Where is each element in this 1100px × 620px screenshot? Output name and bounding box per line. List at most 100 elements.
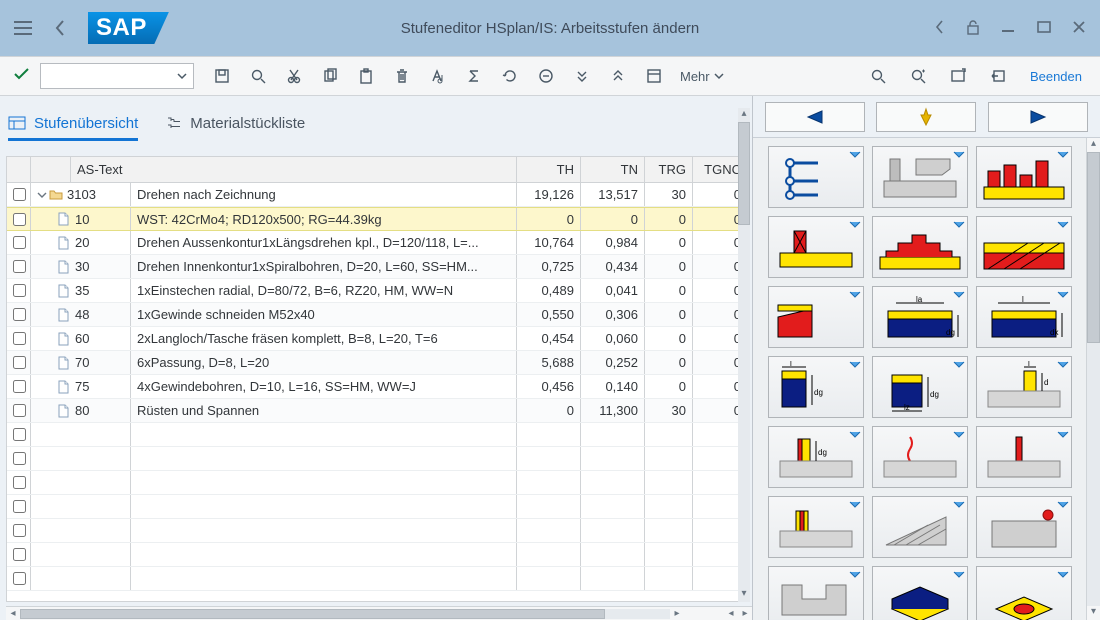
window-minimize-icon[interactable] bbox=[1000, 19, 1016, 38]
menu-icon[interactable] bbox=[14, 21, 32, 35]
table-row[interactable]: 706xPassung, D=8, L=205,6880,25200 bbox=[7, 351, 747, 375]
palette-vscrollbar[interactable]: ▴ ▾ bbox=[1086, 138, 1100, 620]
tile-menu-icon[interactable] bbox=[953, 289, 965, 301]
tile-menu-icon[interactable] bbox=[849, 289, 861, 301]
copy-icon[interactable] bbox=[312, 61, 348, 91]
tile-la-blue[interactable]: ladg bbox=[872, 286, 968, 348]
tile-hatch-red[interactable] bbox=[976, 216, 1072, 278]
tile-iso-yellow[interactable] bbox=[872, 566, 968, 620]
arrow-left-icon[interactable] bbox=[934, 19, 946, 38]
tile-step-red[interactable] bbox=[872, 216, 968, 278]
tile-drill-front[interactable] bbox=[768, 216, 864, 278]
scroll-track[interactable] bbox=[738, 122, 750, 588]
tile-dg-blue[interactable]: dgl bbox=[768, 356, 864, 418]
tile-menu-icon[interactable] bbox=[1057, 359, 1069, 371]
tile-menu-icon[interactable] bbox=[849, 569, 861, 581]
find-next-icon[interactable] bbox=[900, 61, 936, 91]
tile-kb-dg[interactable]: dg bbox=[768, 426, 864, 488]
tile-dk-blue[interactable]: ldk bbox=[976, 286, 1072, 348]
tile-menu-icon[interactable] bbox=[1057, 429, 1069, 441]
col-tn[interactable]: TN bbox=[581, 157, 645, 182]
tile-tree[interactable] bbox=[768, 146, 864, 208]
left-vscrollbar[interactable]: ▴ ▾ bbox=[738, 108, 750, 602]
layout-icon[interactable] bbox=[636, 61, 672, 91]
more-menu[interactable]: Mehr bbox=[672, 69, 732, 84]
palette-prev-button[interactable] bbox=[765, 102, 865, 132]
window-close-icon[interactable] bbox=[1072, 20, 1086, 37]
tile-menu-icon[interactable] bbox=[1057, 569, 1069, 581]
new-window-icon[interactable] bbox=[940, 61, 976, 91]
scroll-left-icon[interactable]: ◂ bbox=[6, 608, 20, 619]
text-icon[interactable] bbox=[420, 61, 456, 91]
row-checkbox[interactable] bbox=[7, 327, 31, 350]
col-th[interactable]: TH bbox=[517, 157, 581, 182]
tile-menu-icon[interactable] bbox=[953, 429, 965, 441]
end-button[interactable]: Beenden bbox=[1020, 69, 1092, 84]
tile-kb-pin[interactable] bbox=[976, 426, 1072, 488]
scroll-right-icon[interactable]: ▸ bbox=[738, 608, 752, 619]
exit-window-icon[interactable] bbox=[980, 61, 1016, 91]
scroll-up-icon[interactable]: ▴ bbox=[1087, 138, 1100, 152]
command-field[interactable] bbox=[40, 63, 194, 89]
scroll-down-icon[interactable]: ▾ bbox=[738, 588, 750, 602]
scroll-track[interactable] bbox=[20, 609, 670, 619]
tile-hatch-angle[interactable] bbox=[872, 496, 968, 558]
tile-menu-icon[interactable] bbox=[953, 359, 965, 371]
scroll-track[interactable] bbox=[1087, 152, 1100, 606]
tile-iso-red[interactable] bbox=[976, 566, 1072, 620]
tile-menu-icon[interactable] bbox=[1057, 219, 1069, 231]
tile-menu-icon[interactable] bbox=[953, 149, 965, 161]
row-checkbox[interactable] bbox=[7, 375, 31, 398]
scroll-down-icon[interactable]: ▾ bbox=[1087, 606, 1100, 620]
scroll-thumb[interactable] bbox=[20, 609, 605, 619]
reject-icon[interactable] bbox=[528, 61, 564, 91]
delete-icon[interactable] bbox=[384, 61, 420, 91]
back-icon[interactable] bbox=[54, 19, 66, 37]
scroll-thumb[interactable] bbox=[738, 122, 750, 225]
find-icon[interactable] bbox=[860, 61, 896, 91]
palette-pin-button[interactable] bbox=[876, 102, 976, 132]
row-checkbox[interactable] bbox=[7, 208, 31, 230]
tile-lz-blue[interactable]: dglz bbox=[872, 356, 968, 418]
col-astext[interactable]: AS-Text bbox=[71, 157, 517, 182]
table-row[interactable]: 754xGewindebohren, D=10, L=16, SS=HM, WW… bbox=[7, 375, 747, 399]
scroll-thumb[interactable] bbox=[1087, 152, 1100, 343]
expand-all-icon[interactable] bbox=[564, 61, 600, 91]
tile-bars-red[interactable] bbox=[976, 146, 1072, 208]
scroll-left-icon[interactable]: ◂ bbox=[724, 608, 738, 619]
tab-materialstueckliste[interactable]: Materialstückliste bbox=[164, 115, 305, 132]
tile-taper-red[interactable] bbox=[768, 286, 864, 348]
tile-menu-icon[interactable] bbox=[953, 499, 965, 511]
tile-pin-top[interactable] bbox=[976, 496, 1072, 558]
tile-menu-icon[interactable] bbox=[1057, 499, 1069, 511]
accept-icon[interactable] bbox=[8, 67, 36, 86]
window-maximize-icon[interactable] bbox=[1036, 19, 1052, 38]
sum-icon[interactable] bbox=[456, 61, 492, 91]
row-checkbox[interactable] bbox=[7, 399, 31, 422]
tile-notch[interactable] bbox=[768, 566, 864, 620]
tile-raw-gray[interactable] bbox=[872, 146, 968, 208]
search-icon[interactable] bbox=[240, 61, 276, 91]
palette-next-button[interactable] bbox=[988, 102, 1088, 132]
tile-menu-icon[interactable] bbox=[953, 219, 965, 231]
row-checkbox[interactable] bbox=[7, 183, 31, 206]
table-row[interactable]: 602xLangloch/Tasche fräsen komplett, B=8… bbox=[7, 327, 747, 351]
unlock-icon[interactable] bbox=[966, 19, 980, 38]
tile-kb-d[interactable]: dl bbox=[976, 356, 1072, 418]
table-row[interactable]: 30Drehen Innenkontur1xSpiralbohren, D=20… bbox=[7, 255, 747, 279]
row-checkbox[interactable] bbox=[7, 279, 31, 302]
tile-menu-icon[interactable] bbox=[849, 429, 861, 441]
table-row[interactable]: 481xGewinde schneiden M52x400,5500,30600 bbox=[7, 303, 747, 327]
table-row[interactable]: 80Rüsten und Spannen011,300300 bbox=[7, 399, 747, 423]
cut-icon[interactable] bbox=[276, 61, 312, 91]
tile-kb-wire[interactable] bbox=[872, 426, 968, 488]
scroll-right-icon[interactable]: ▸ bbox=[670, 608, 684, 619]
tile-menu-icon[interactable] bbox=[849, 499, 861, 511]
tile-menu-icon[interactable] bbox=[849, 219, 861, 231]
row-checkbox[interactable] bbox=[7, 303, 31, 326]
refresh-icon[interactable] bbox=[492, 61, 528, 91]
table-row[interactable]: 351xEinstechen radial, D=80/72, B=6, RZ2… bbox=[7, 279, 747, 303]
tile-menu-icon[interactable] bbox=[849, 149, 861, 161]
tile-menu-icon[interactable] bbox=[849, 359, 861, 371]
left-hscrollbar[interactable]: ◂ ▸ ◂ ▸ bbox=[6, 606, 752, 620]
